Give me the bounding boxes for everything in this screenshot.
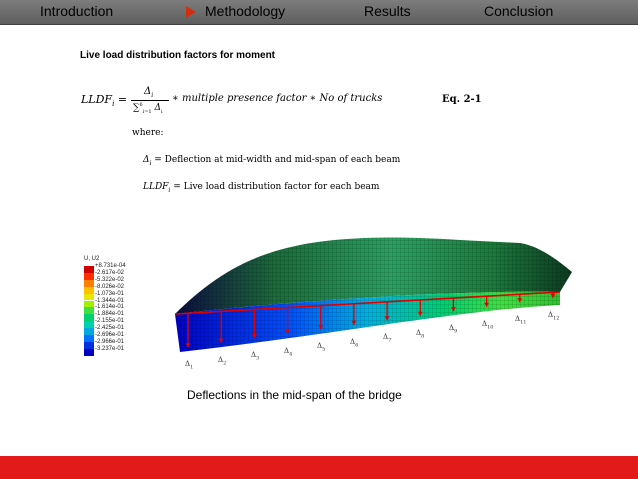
bridge-deflection-model — [174, 237, 572, 352]
delta-label: Δ3 — [251, 351, 260, 362]
delta-label: Δ7 — [383, 333, 392, 344]
figure-caption: Deflections in the mid-span of the bridg… — [187, 388, 402, 402]
delta-label: Δ2 — [218, 355, 227, 366]
delta-label: Δ11 — [515, 315, 527, 326]
delta-label: Δ8 — [416, 328, 425, 339]
delta-label: Δ12 — [548, 310, 560, 321]
delta-label: Δ4 — [284, 346, 293, 357]
delta-label: Δ1 — [185, 360, 194, 371]
delta-label: Δ6 — [350, 337, 359, 348]
bottom-accent-bar — [0, 456, 638, 479]
delta-label: Δ5 — [317, 342, 326, 353]
delta-label: Δ9 — [449, 324, 458, 335]
delta-label: Δ10 — [482, 319, 494, 330]
